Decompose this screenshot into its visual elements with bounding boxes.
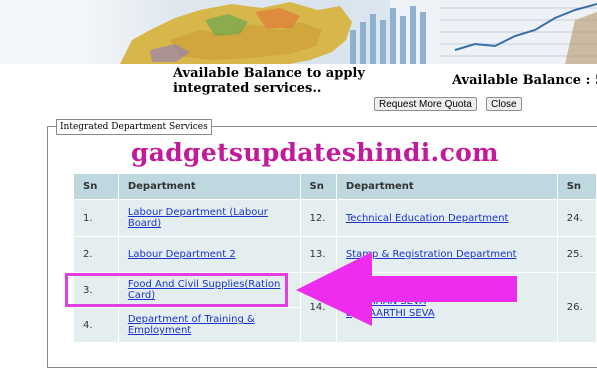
department-link-vahan-seva[interactable]: a). VAHAN SEVA bbox=[346, 296, 426, 307]
row-sn: 12. bbox=[299, 199, 337, 237]
close-button[interactable]: Close bbox=[486, 97, 522, 111]
department-cell: Department of Training & Employment bbox=[117, 307, 301, 343]
table-header-row: Sn Department Sn Department Sn bbox=[73, 173, 597, 200]
department-sub-vahan: a). VAHAN SEVA bbox=[346, 296, 557, 308]
department-cell: Technical Education Department bbox=[335, 199, 558, 237]
row-sn: 13. bbox=[299, 236, 337, 273]
department-cell: a). VAHAN SEVA b). SAARTHI SEVA bbox=[335, 272, 558, 343]
row-sn: 2. bbox=[73, 236, 119, 273]
table-row: 1. Labour Department (Labour Board) 12. … bbox=[73, 199, 597, 237]
services-legend: Integrated Department Services bbox=[56, 119, 212, 135]
header-department: Department bbox=[117, 173, 301, 200]
department-cell: Labour Department (Labour Board) bbox=[117, 199, 301, 237]
header-department: Department bbox=[335, 173, 558, 200]
request-more-quota-button[interactable]: Request More Quota bbox=[374, 97, 477, 111]
row-sn: 24. bbox=[556, 199, 597, 237]
department-link-saarthi-seva[interactable]: b). SAARTHI SEVA bbox=[346, 308, 435, 319]
header-sn: Sn bbox=[73, 173, 119, 200]
row-sn: 25. bbox=[556, 236, 597, 273]
header-sn: Sn bbox=[556, 173, 597, 200]
balance-title: Available Balance to apply integrated se… bbox=[173, 66, 365, 96]
department-link-labour-2[interactable]: Labour Department 2 bbox=[128, 249, 300, 260]
row-sn: 26. bbox=[556, 272, 597, 343]
table-row: 2. Labour Department 2 13. Stamp & Regis… bbox=[73, 236, 597, 273]
row-sn: 14. bbox=[299, 272, 337, 343]
available-balance-label: Available Balance : 5 bbox=[452, 73, 597, 88]
row-sn: 1. bbox=[73, 199, 119, 237]
department-sub-saarthi: b). SAARTHI SEVA bbox=[346, 308, 557, 320]
department-cell: Stamp & Registration Department bbox=[335, 236, 558, 273]
header-sn: Sn bbox=[299, 173, 337, 200]
header-banner-image bbox=[0, 0, 597, 64]
department-table: Sn Department Sn Department Sn 1. Labour… bbox=[73, 173, 597, 343]
department-cell: Labour Department 2 bbox=[117, 236, 301, 273]
department-link-technical-education[interactable]: Technical Education Department bbox=[346, 213, 557, 224]
watermark-text: gadgetsupdateshindi.com bbox=[131, 138, 499, 167]
department-link-training-employment[interactable]: Department of Training & Employment bbox=[128, 314, 300, 336]
highlight-box bbox=[65, 273, 288, 307]
department-link-labour-board[interactable]: Labour Department (Labour Board) bbox=[128, 207, 300, 229]
department-link-stamp-registration[interactable]: Stamp & Registration Department bbox=[346, 249, 557, 260]
row-sn: 4. bbox=[73, 307, 119, 343]
